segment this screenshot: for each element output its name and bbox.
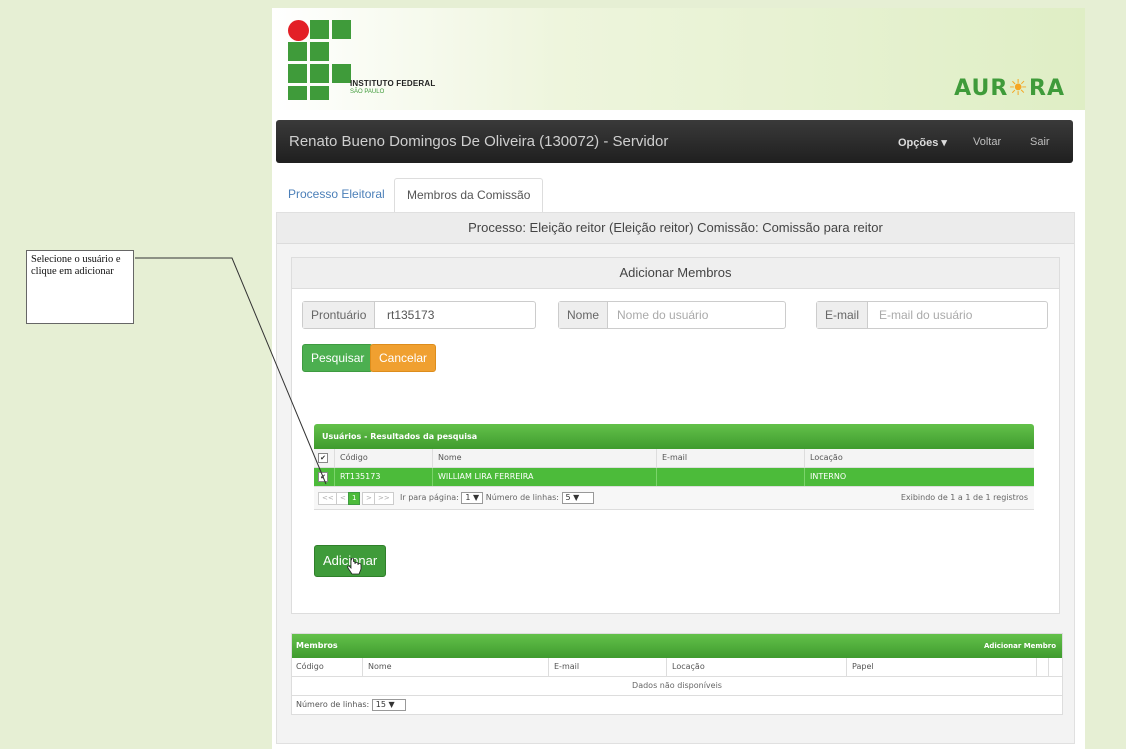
mcol-papel: Papel — [846, 658, 874, 676]
col-locacao: Locação — [804, 449, 843, 467]
row-codigo: RT135173 — [334, 468, 380, 486]
prontuario-field[interactable]: Prontuário rt135173 — [302, 301, 536, 329]
institute-campus: SÃO PAULO — [350, 89, 385, 95]
select-all-checkbox[interactable]: ✔ — [318, 453, 328, 463]
nome-input[interactable]: Nome do usuário — [617, 302, 708, 328]
mcol-locacao: Locação — [666, 658, 705, 676]
process-panel: Processo: Eleição reitor (Eleição reitor… — [276, 212, 1075, 744]
members-rows-label: Número de linhas: — [296, 700, 370, 709]
hand-cursor-icon — [347, 558, 362, 575]
results-grid: Usuários - Resultados da pesquisa ✔ Códi… — [314, 424, 1034, 510]
prontuario-label: Prontuário — [303, 302, 376, 328]
col-email: E-mail — [656, 449, 687, 467]
members-grid: Membros Adicionar Membro Código Nome E-m… — [291, 633, 1063, 715]
rows-per-page-select[interactable]: 5 ▼ — [561, 492, 594, 504]
if-logo: INSTITUTO FEDERAL SÃO PAULO — [288, 20, 448, 100]
search-button[interactable]: Pesquisar — [302, 344, 374, 372]
add-members-title: Adicionar Membros — [292, 258, 1059, 289]
row-checkbox[interactable]: ✔ — [318, 472, 328, 482]
members-rows-select[interactable]: 15 ▼ — [371, 699, 406, 711]
options-menu[interactable]: Opções ▾ — [898, 136, 947, 149]
process-title: Processo: Eleição reitor (Eleição reitor… — [277, 213, 1074, 244]
col-codigo: Código — [334, 449, 368, 467]
institute-name: INSTITUTO FEDERAL — [350, 79, 436, 88]
sun-icon: ☀ — [1008, 76, 1030, 101]
rows-per-page-label: Número de linhas: — [485, 493, 559, 502]
goto-page-select[interactable]: 1 ▼ — [461, 492, 484, 504]
first-page-button[interactable]: << — [318, 492, 338, 505]
header: INSTITUTO FEDERAL SÃO PAULO AUR☀RA — [272, 8, 1085, 110]
prontuario-input[interactable]: rt135173 — [387, 302, 434, 328]
members-header-row: Código Nome E-mail Locação Papel — [292, 658, 1062, 677]
results-pager: << < 1 > >> Ir para página: 1 ▼ Número d… — [314, 487, 1034, 510]
top-navbar: Renato Bueno Domingos De Oliveira (13007… — [276, 120, 1073, 163]
tab-bar: Processo Eleitoral Membros da Comissão — [276, 178, 1073, 213]
logo-red-dot — [288, 20, 309, 41]
results-title: Usuários - Resultados da pesquisa — [314, 424, 1034, 449]
nome-label: Nome — [559, 302, 609, 328]
members-footer: Número de linhas: 15 ▼ — [292, 696, 1062, 714]
logged-user: Renato Bueno Domingos De Oliveira (13007… — [289, 133, 669, 150]
mcol-nome: Nome — [362, 658, 392, 676]
row-nome: WILLIAM LIRA FERREIRA — [432, 468, 533, 486]
goto-page-label: Ir para página: — [400, 493, 459, 502]
members-title: Membros — [296, 641, 338, 650]
back-link[interactable]: Voltar — [973, 136, 1001, 148]
exit-link[interactable]: Sair — [1030, 136, 1050, 148]
cancel-button[interactable]: Cancelar — [370, 344, 437, 372]
email-field[interactable]: E-mail E-mail do usuário — [816, 301, 1048, 329]
results-summary: Exibindo de 1 a 1 de 1 registros — [900, 493, 1028, 502]
add-members-panel: Adicionar Membros Prontuário rt135173 No… — [291, 257, 1060, 614]
row-email — [656, 468, 662, 486]
aurora-logo: AUR☀RA — [954, 76, 1065, 101]
email-label: E-mail — [817, 302, 869, 328]
add-member-link[interactable]: Adicionar Membro — [984, 634, 1056, 658]
table-row[interactable]: ✔ RT135173 WILLIAM LIRA FERREIRA INTERNO — [314, 468, 1034, 487]
last-page-button[interactable]: >> — [374, 492, 394, 505]
tab-processo-eleitoral[interactable]: Processo Eleitoral — [276, 178, 397, 211]
current-page-button[interactable]: 1 — [348, 492, 361, 505]
mcol-codigo: Código — [296, 662, 324, 671]
email-input[interactable]: E-mail do usuário — [879, 302, 972, 328]
nome-field[interactable]: Nome Nome do usuário — [558, 301, 786, 329]
col-nome: Nome — [432, 449, 462, 467]
members-empty-row: Dados não disponíveis — [292, 677, 1062, 696]
row-locacao: INTERNO — [804, 468, 846, 486]
instruction-callout: Selecione o usuário e clique em adiciona… — [26, 250, 134, 324]
mcol-email: E-mail — [548, 658, 579, 676]
page-container: INSTITUTO FEDERAL SÃO PAULO AUR☀RA Renat… — [272, 8, 1085, 749]
results-header-row: ✔ Código Nome E-mail Locação — [314, 449, 1034, 468]
tab-membros-comissao[interactable]: Membros da Comissão — [394, 178, 544, 213]
